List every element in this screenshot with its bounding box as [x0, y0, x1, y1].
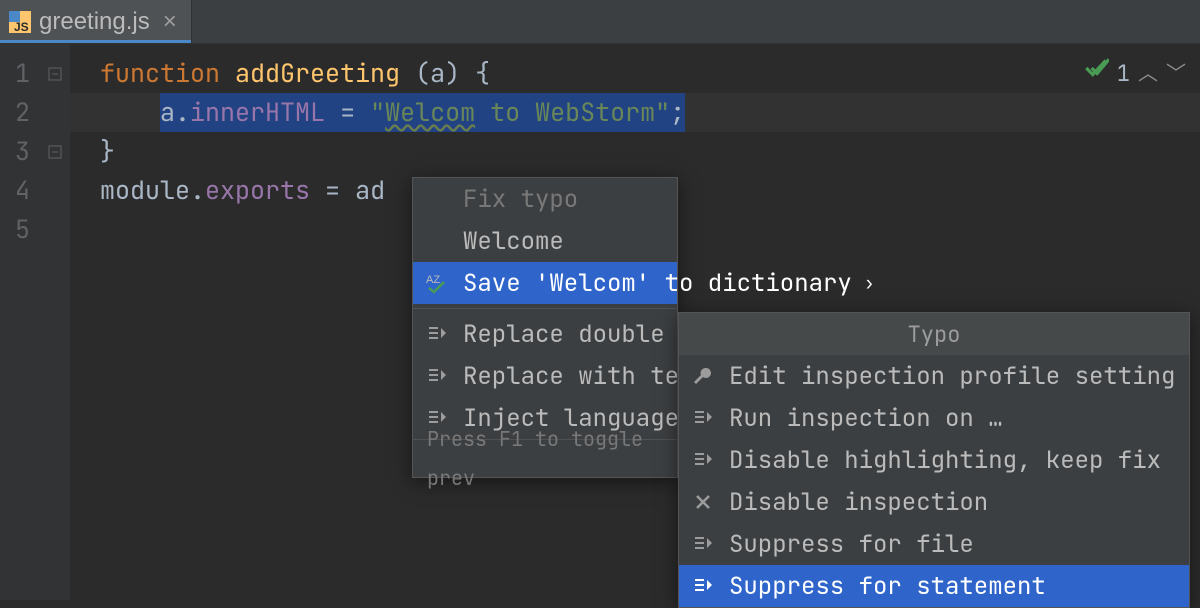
line-number: 1	[0, 54, 30, 93]
line-number: 2	[0, 93, 30, 132]
close-icon	[689, 488, 717, 516]
menu-separator	[413, 308, 677, 309]
menu-item-disable-inspection[interactable]: Disable inspection	[679, 481, 1189, 523]
wrench-icon	[689, 362, 717, 390]
line-number: 4	[0, 171, 30, 210]
blank-icon	[423, 185, 451, 213]
intention-edit-icon	[689, 446, 717, 474]
intention-edit-icon	[689, 404, 717, 432]
intention-edit-icon	[423, 320, 451, 348]
code-line-1[interactable]: function addGreeting (a) {	[70, 54, 1200, 93]
svg-text:AZ: AZ	[426, 274, 440, 286]
menu-item-welcome[interactable]: Welcome	[413, 220, 677, 262]
svg-text:JS: JS	[14, 20, 29, 34]
menu-item-fix-typo: Fix typo	[413, 178, 677, 220]
editor-tab-greeting[interactable]: JS greeting.js ×	[0, 0, 192, 43]
intention-edit-icon	[689, 530, 717, 558]
fold-gutter	[40, 44, 70, 600]
submenu-arrow-icon: ›	[864, 264, 875, 303]
spellcheck-icon: AZ	[423, 269, 451, 297]
intention-edit-icon	[423, 362, 451, 390]
line-number: 5	[0, 210, 30, 249]
tab-bar: JS greeting.js ×	[0, 0, 1200, 44]
fold-toggle-open[interactable]	[40, 54, 70, 93]
code-line-2[interactable]: a.innerHTML = "Welcom to WebStorm";	[70, 93, 1200, 132]
close-icon[interactable]: ×	[163, 8, 177, 36]
js-file-icon: JS	[8, 10, 32, 34]
typo-highlight: Welcom	[385, 95, 475, 129]
selection-highlight: a.innerHTML = "Welcom to WebStorm";	[160, 93, 685, 132]
menu-footer-hint: Press F1 to toggle prev	[413, 439, 677, 477]
submenu-header: Typo	[679, 313, 1189, 355]
fold-toggle-close[interactable]	[40, 132, 70, 171]
intention-edit-icon	[689, 572, 717, 600]
code-line-3[interactable]: }	[70, 132, 1200, 171]
intention-submenu: Typo Edit inspection profile setting Run…	[678, 312, 1190, 608]
menu-item-disable-highlighting[interactable]: Disable highlighting, keep fix	[679, 439, 1189, 481]
intention-menu: Fix typo Welcome AZ Save 'Welcom' to dic…	[412, 177, 678, 478]
line-number: 3	[0, 132, 30, 171]
line-number-gutter: 1 2 3 4 5	[0, 44, 40, 600]
menu-item-suppress-file[interactable]: Suppress for file	[679, 523, 1189, 565]
menu-item-replace-template[interactable]: Replace with te	[413, 355, 677, 397]
menu-item-save-dictionary[interactable]: AZ Save 'Welcom' to dictionary ›	[413, 262, 677, 304]
menu-item-run-inspection-on[interactable]: Run inspection on …	[679, 397, 1189, 439]
menu-item-edit-inspection-profile[interactable]: Edit inspection profile setting	[679, 355, 1189, 397]
tab-filename: greeting.js	[39, 8, 150, 36]
blank-icon	[423, 227, 451, 255]
menu-item-suppress-statement[interactable]: Suppress for statement	[679, 565, 1189, 607]
menu-item-replace-double[interactable]: Replace double	[413, 313, 677, 355]
editor: 1 2 3 4 5 1 ︿ ﹀ function addGreeting (a)…	[0, 44, 1200, 600]
